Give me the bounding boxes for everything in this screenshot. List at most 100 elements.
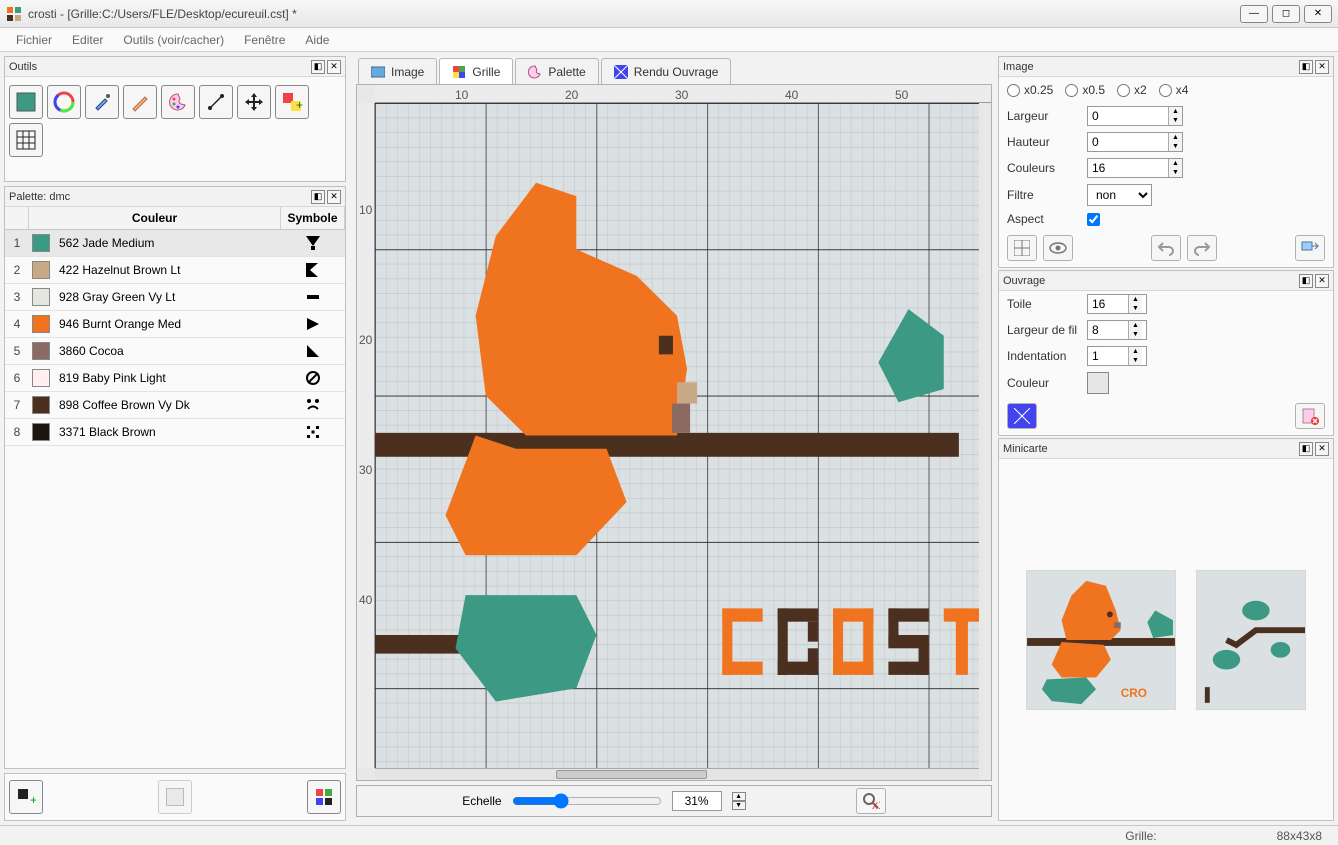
close-icon[interactable]: ✕ [1315,442,1329,456]
dock-icon[interactable]: ◧ [311,60,325,74]
zoom-05[interactable]: x0.5 [1065,83,1105,97]
grid-icon [452,65,466,79]
largeur-fil-input[interactable]: ▲▼ [1087,320,1147,340]
redo-button[interactable] [1187,235,1217,261]
menu-outils[interactable]: Outils (voir/cacher) [113,31,234,49]
line-tool[interactable] [199,85,233,119]
status-dimensions: 88x43x8 [1277,829,1322,843]
ruler-vertical: 10203040 [357,103,375,768]
hauteur-input[interactable]: ▲▼ [1087,132,1183,152]
label-couleurs: Couleurs [1007,161,1079,175]
svg-text:CRO: CRO [1121,686,1147,700]
left-bottom-bar: + [4,773,346,821]
minimap-left[interactable]: CRO [1026,570,1176,710]
zoom-025[interactable]: x0.25 [1007,83,1053,97]
label-toile: Toile [1007,297,1079,311]
palette-panel: Palette: dmc ◧ ✕ Couleur Symbole 1562 Ja… [4,186,346,769]
color-wheel-tool[interactable] [47,85,81,119]
undo-button[interactable] [1151,235,1181,261]
label-indentation: Indentation [1007,349,1079,363]
grid-canvas[interactable] [375,103,979,768]
ouvrage-title: Ouvrage [1003,275,1297,287]
palette-row[interactable]: 6819 Baby Pink Light [5,365,345,392]
color-tool[interactable] [9,85,43,119]
minimize-button[interactable]: — [1240,5,1268,23]
zoom-reset-button[interactable]: x1 [856,788,886,814]
menubar: Fichier Editer Outils (voir/cacher) Fenê… [0,28,1338,52]
indentation-input[interactable]: ▲▼ [1087,346,1147,366]
window-title: crosti - [Grille:C:/Users/FLE/Desktop/ec… [28,7,1240,21]
ouvrage-panel: Ouvrage ◧ ✕ Toile▲▼ Largeur de fil▲▼ Ind… [998,270,1334,436]
palette-row[interactable]: 3928 Gray Green Vy Lt [5,284,345,311]
close-button[interactable]: ✕ [1304,5,1332,23]
apply-button[interactable] [1295,235,1325,261]
palette-row[interactable]: 7898 Coffee Brown Vy Dk [5,392,345,419]
current-bg-swatch[interactable] [158,780,192,814]
palette-row[interactable]: 2422 Hazelnut Brown Lt [5,257,345,284]
scale-bar: Echelle ▲▼ x1 [356,785,992,817]
palette-tool[interactable] [161,85,195,119]
close-icon[interactable]: ✕ [1315,60,1329,74]
image-panel: Image ◧ ✕ x0.25 x0.5 x2 x4 Largeur▲▼ Hau… [998,56,1334,268]
delete-ouvrage-button[interactable] [1295,403,1325,429]
titlebar: crosti - [Grille:C:/Users/FLE/Desktop/ec… [0,0,1338,28]
horizontal-scrollbar[interactable] [375,768,979,780]
menu-fenetre[interactable]: Fenêtre [234,31,295,49]
scale-up[interactable]: ▲ [732,792,746,801]
palette-row[interactable]: 1562 Jade Medium [5,230,345,257]
largeur-input[interactable]: ▲▼ [1087,106,1183,126]
grid-mode-button[interactable] [1007,235,1037,261]
dock-icon[interactable]: ◧ [1299,442,1313,456]
col-couleur: Couleur [29,207,281,229]
filtre-select[interactable]: non [1087,184,1152,206]
palette-icon [528,65,542,79]
close-icon[interactable]: ✕ [327,190,341,204]
palette-row[interactable]: 53860 Cocoa [5,338,345,365]
palette-title: Palette: dmc [9,191,309,203]
tab-rendu[interactable]: Rendu Ouvrage [601,58,732,84]
menu-editer[interactable]: Editer [62,31,113,49]
move-tool[interactable] [237,85,271,119]
add-color-button[interactable]: + [9,780,43,814]
palette-colors-button[interactable] [307,780,341,814]
palette-row[interactable]: 4946 Burnt Orange Med [5,311,345,338]
close-icon[interactable]: ✕ [327,60,341,74]
palette-row[interactable]: 83371 Black Brown [5,419,345,446]
label-largeur: Largeur [1007,109,1079,123]
label-filtre: Filtre [1007,188,1079,202]
eyedropper-tool[interactable] [85,85,119,119]
toile-input[interactable]: ▲▼ [1087,294,1147,314]
app-icon [6,6,22,22]
couleurs-input[interactable]: ▲▼ [1087,158,1183,178]
grid-tool[interactable] [9,123,43,157]
pencil-tool[interactable] [123,85,157,119]
render-icon [614,65,628,79]
tab-grille[interactable]: Grille [439,58,513,84]
tab-image[interactable]: Image [358,58,437,84]
scale-down[interactable]: ▼ [732,801,746,810]
ouvrage-color-swatch[interactable] [1087,372,1109,394]
statusbar: Grille: 88x43x8 [0,825,1338,845]
menu-aide[interactable]: Aide [295,31,339,49]
scale-value[interactable] [672,791,722,811]
document-tabs: Image Grille Palette Rendu Ouvrage [352,56,996,84]
dock-icon[interactable]: ◧ [311,190,325,204]
maximize-button[interactable]: ◻ [1272,5,1300,23]
add-symbol-tool[interactable]: + [275,85,309,119]
scale-slider[interactable] [512,793,662,809]
ruler-horizontal: 1020304050 [375,85,991,103]
minimap-right[interactable] [1196,570,1306,710]
preview-button[interactable] [1043,235,1073,261]
cloth-preview-button[interactable] [1007,403,1037,429]
close-icon[interactable]: ✕ [1315,274,1329,288]
aspect-checkbox[interactable] [1087,213,1100,226]
label-couleur: Couleur [1007,376,1079,390]
svg-text:x1: x1 [872,798,880,810]
menu-fichier[interactable]: Fichier [6,31,62,49]
outils-title: Outils [9,61,309,73]
dock-icon[interactable]: ◧ [1299,274,1313,288]
zoom-4[interactable]: x4 [1159,83,1189,97]
tab-palette[interactable]: Palette [515,58,598,84]
zoom-2[interactable]: x2 [1117,83,1147,97]
dock-icon[interactable]: ◧ [1299,60,1313,74]
